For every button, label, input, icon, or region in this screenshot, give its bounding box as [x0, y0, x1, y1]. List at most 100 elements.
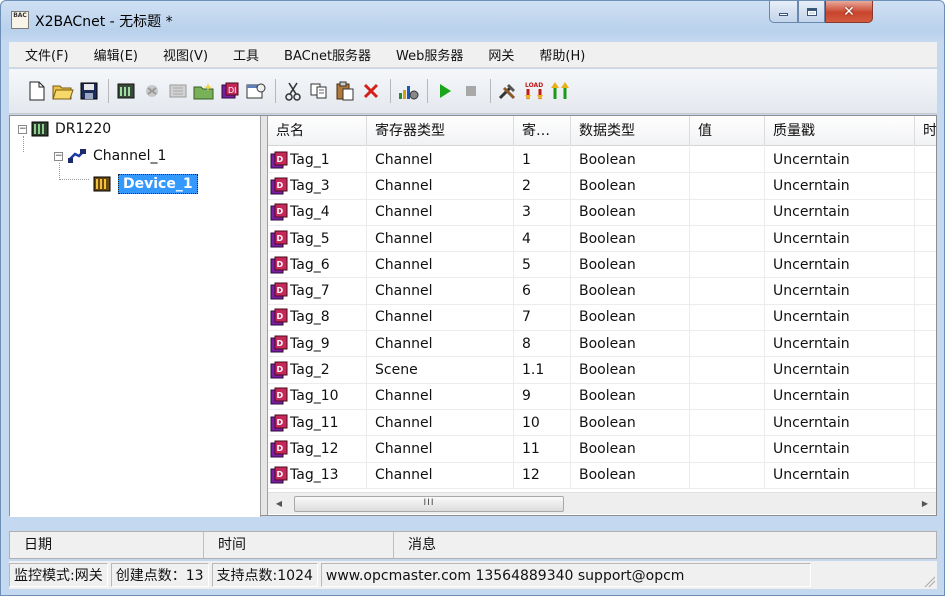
- title-bar[interactable]: BAC X2BACnet - 无标题 * ✕: [1, 1, 944, 41]
- cut-icon: [285, 82, 301, 101]
- menu-tools[interactable]: 工具: [215, 45, 266, 64]
- table-row[interactable]: D Tag_11 Channel 10 Boolean Uncerntain: [268, 409, 936, 437]
- properties-button[interactable]: [244, 79, 268, 103]
- cell-name: D Tag_8: [268, 304, 367, 331]
- table-row[interactable]: D Tag_9 Channel 8 Boolean Uncerntain: [268, 330, 936, 358]
- menu-gateway[interactable]: 网关: [470, 45, 521, 64]
- log-column-time[interactable]: 时间: [204, 532, 394, 558]
- tag-name: Tag_4: [290, 204, 330, 221]
- tag-list[interactable]: 点名 寄存器类型 寄… 数据类型 值 质量戳 时 D Tag_1 Channel 1 B…: [268, 116, 936, 515]
- menu-bacnet-server[interactable]: BACnet服务器: [266, 45, 378, 64]
- tag-name: Tag_2: [290, 362, 330, 379]
- collapse-icon[interactable]: −: [54, 151, 63, 161]
- menu-edit[interactable]: 编辑(E): [76, 45, 145, 64]
- scroll-left-icon[interactable]: ◀: [268, 493, 290, 515]
- minimize-button[interactable]: [769, 1, 798, 23]
- table-row[interactable]: D Tag_7 Channel 6 Boolean Uncerntain: [268, 278, 936, 305]
- table-row[interactable]: D Tag_4 Channel 3 Boolean Uncerntain: [268, 199, 936, 226]
- column-header-value[interactable]: 值: [690, 116, 765, 146]
- copy-button[interactable]: [307, 79, 331, 103]
- monitor-button[interactable]: [396, 79, 420, 103]
- cell-value: [690, 304, 765, 331]
- stop-icon: [466, 86, 476, 96]
- tag-icon: D: [270, 466, 288, 484]
- cell-value: [690, 462, 765, 489]
- cell-data-type: Boolean: [571, 357, 690, 384]
- table-row[interactable]: D Tag_2 Scene 1.1 Boolean Uncerntain: [268, 357, 936, 384]
- cell-register: 5: [514, 251, 571, 278]
- column-header-quality[interactable]: 质量戳: [765, 116, 915, 146]
- menu-view[interactable]: 视图(V): [145, 45, 215, 64]
- save-button[interactable]: [77, 79, 101, 103]
- cell-register-type: Channel: [367, 462, 514, 489]
- column-header-name[interactable]: 点名: [268, 116, 367, 146]
- add-channel-button[interactable]: [114, 79, 138, 103]
- cell-quality: Uncerntain: [765, 357, 915, 384]
- cell-value: [690, 146, 765, 173]
- cell-data-type: Boolean: [571, 304, 690, 331]
- load-button[interactable]: LOAD: [522, 79, 546, 103]
- tree-node-device[interactable]: Device_1: [92, 174, 198, 194]
- upload-button[interactable]: [548, 79, 572, 103]
- cell-time: [915, 147, 936, 173]
- tag-icon: D: [270, 440, 288, 458]
- menu-web-server[interactable]: Web服务器: [378, 45, 470, 64]
- svg-text:D: D: [277, 444, 284, 453]
- tree-line: [23, 136, 24, 152]
- cell-data-type: Boolean: [571, 409, 690, 436]
- cell-data-type: Boolean: [571, 462, 690, 489]
- table-body: D Tag_1 Channel 1 Boolean Uncerntain D Tag_3 Cha…: [268, 146, 936, 489]
- maximize-button[interactable]: [798, 1, 825, 23]
- open-button[interactable]: [51, 79, 75, 103]
- tag-icon: D: [270, 151, 288, 169]
- delete-button[interactable]: [359, 79, 383, 103]
- resize-grip-icon[interactable]: [923, 575, 935, 587]
- scroll-thumb[interactable]: III: [294, 496, 564, 512]
- toolbar-separator: [427, 79, 428, 103]
- channel-icon: [68, 149, 86, 163]
- table-row[interactable]: D Tag_5 Channel 4 Boolean Uncerntain: [268, 225, 936, 253]
- close-icon: ✕: [843, 3, 855, 20]
- add-device-button[interactable]: [140, 79, 164, 103]
- cell-register: 12: [514, 462, 571, 489]
- cell-quality: Uncerntain: [765, 225, 915, 252]
- collapse-icon[interactable]: −: [18, 124, 27, 134]
- menu-help[interactable]: 帮助(H): [521, 45, 592, 64]
- add-tag-button[interactable]: [166, 79, 190, 103]
- stop-button[interactable]: [459, 79, 483, 103]
- menu-file[interactable]: 文件(F): [9, 45, 76, 64]
- cell-time: [915, 462, 936, 488]
- import-button[interactable]: DI: [218, 79, 242, 103]
- cell-value: [690, 278, 765, 305]
- log-column-message[interactable]: 消息: [394, 532, 936, 558]
- column-header-data-type[interactable]: 数据类型: [571, 116, 690, 146]
- table-row[interactable]: D Tag_1 Channel 1 Boolean Uncerntain: [268, 146, 936, 174]
- open-icon: [52, 85, 74, 100]
- table-row[interactable]: D Tag_3 Channel 2 Boolean Uncerntain: [268, 172, 936, 200]
- close-button[interactable]: ✕: [825, 1, 873, 23]
- table-row[interactable]: D Tag_8 Channel 7 Boolean Uncerntain: [268, 304, 936, 332]
- column-header-register[interactable]: 寄…: [514, 116, 571, 146]
- cell-time: [915, 226, 936, 252]
- table-row[interactable]: D Tag_12 Channel 11 Boolean Uncerntain: [268, 435, 936, 463]
- cut-button[interactable]: [281, 79, 305, 103]
- tools-button[interactable]: [496, 79, 520, 103]
- column-header-register-type[interactable]: 寄存器类型: [367, 116, 514, 146]
- log-column-date[interactable]: 日期: [10, 532, 204, 558]
- table-row[interactable]: D Tag_13 Channel 12 Boolean Uncerntain: [268, 462, 936, 489]
- new-folder-button[interactable]: [192, 79, 216, 103]
- cell-name: D Tag_10: [268, 383, 367, 410]
- horizontal-scrollbar[interactable]: ◀ III ▶: [268, 492, 936, 514]
- add-channel-icon: [117, 83, 135, 99]
- scroll-right-icon[interactable]: ▶: [914, 493, 936, 515]
- column-header-time[interactable]: 时: [915, 116, 936, 146]
- tree-node-channel[interactable]: − Channel_1: [54, 148, 166, 164]
- tree-node-root[interactable]: − DR1220: [18, 121, 111, 137]
- splitter[interactable]: [261, 116, 268, 515]
- table-row[interactable]: D Tag_6 Channel 5 Boolean Uncerntain: [268, 251, 936, 279]
- paste-button[interactable]: [333, 79, 357, 103]
- run-button[interactable]: [433, 79, 457, 103]
- device-tree[interactable]: − DR1220 − Channel_1 Device_1: [10, 116, 261, 517]
- new-button[interactable]: [25, 79, 49, 103]
- table-row[interactable]: D Tag_10 Channel 9 Boolean Uncerntain: [268, 383, 936, 410]
